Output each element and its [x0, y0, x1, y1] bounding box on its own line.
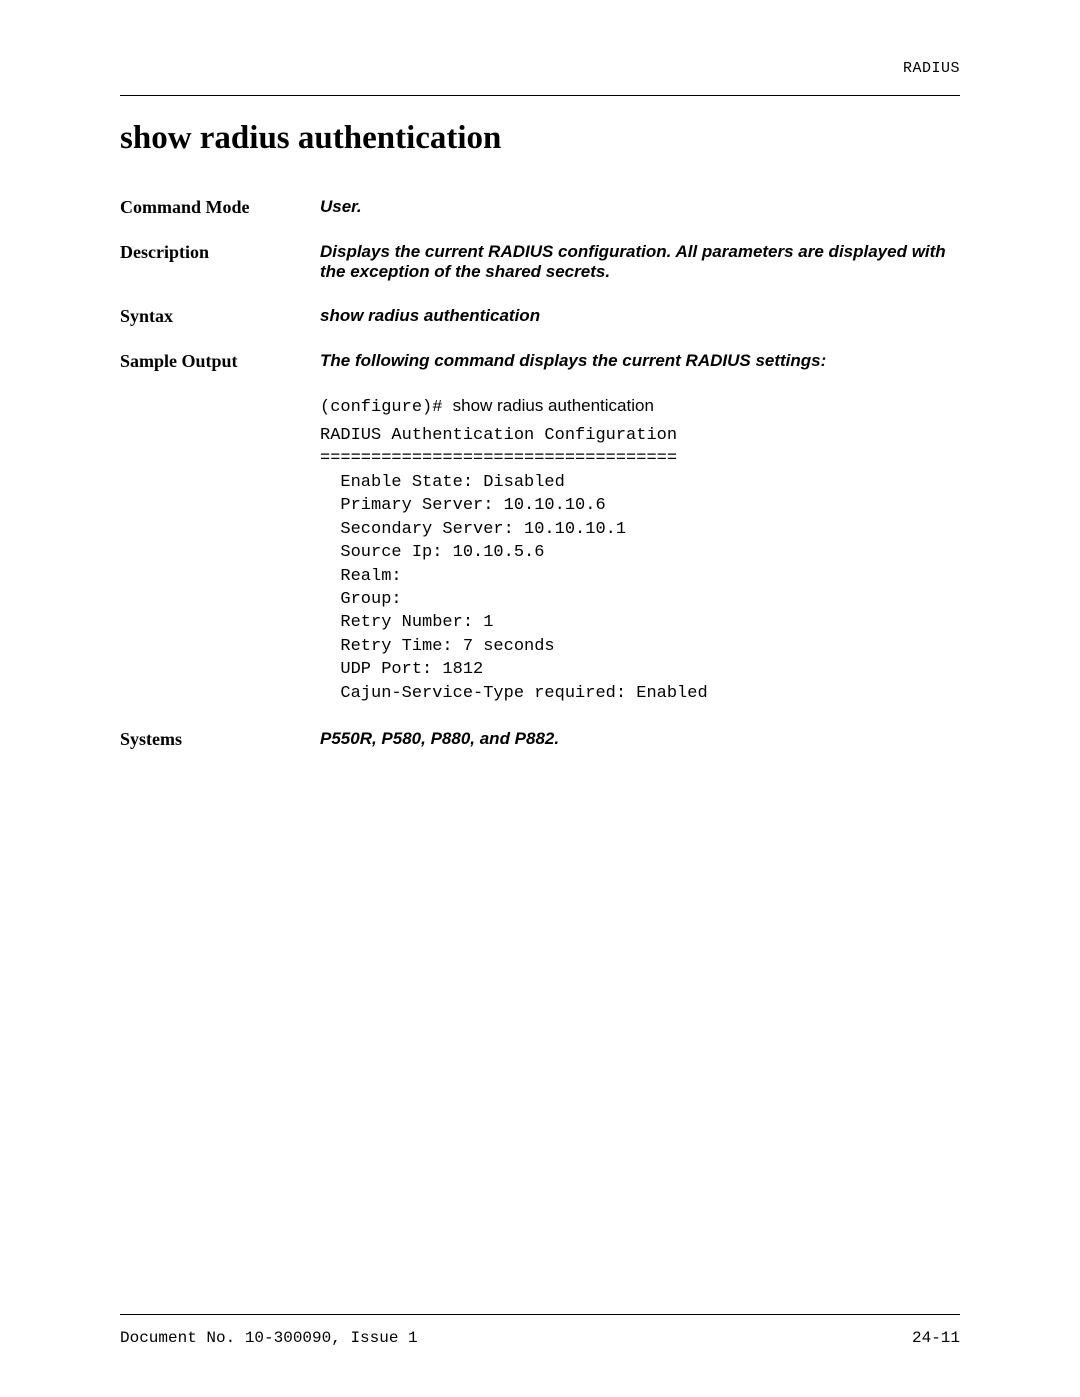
sample-output-prompt: (configure)#	[320, 398, 453, 417]
sample-output-command: show radius authentication	[453, 396, 654, 415]
row-systems: Systems P550R, P580, P880, and P882.	[120, 729, 960, 750]
footer-page-number: 24-11	[912, 1329, 960, 1347]
page-title: show radius authentication	[120, 120, 960, 157]
label-description: Description	[120, 242, 320, 263]
row-syntax: Syntax show radius authentication	[120, 306, 960, 327]
row-description: Description Displays the current RADIUS …	[120, 242, 960, 282]
sample-output-intro: The following command displays the curre…	[320, 351, 960, 371]
page-footer: Document No. 10-300090, Issue 1 24-11	[120, 1314, 960, 1347]
label-syntax: Syntax	[120, 306, 320, 327]
label-command-mode: Command Mode	[120, 197, 320, 218]
label-systems: Systems	[120, 729, 320, 750]
row-command-mode: Command Mode User.	[120, 197, 960, 218]
value-syntax: show radius authentication	[320, 306, 960, 326]
value-description: Displays the current RADIUS configuratio…	[320, 242, 960, 282]
footer-divider	[120, 1314, 960, 1315]
value-sample-output: The following command displays the curre…	[320, 351, 960, 705]
footer-document-number: Document No. 10-300090, Issue 1	[120, 1329, 418, 1347]
header-section-label: RADIUS	[120, 60, 960, 77]
sample-output-config-block: RADIUS Authentication Configuration ====…	[320, 424, 960, 705]
value-command-mode: User.	[320, 197, 960, 217]
label-sample-output: Sample Output	[120, 351, 320, 372]
sample-output-command-line: (configure)# show radius authentication	[320, 393, 960, 420]
value-systems: P550R, P580, P880, and P882.	[320, 729, 960, 749]
header-divider	[120, 95, 960, 96]
row-sample-output: Sample Output The following command disp…	[120, 351, 960, 705]
